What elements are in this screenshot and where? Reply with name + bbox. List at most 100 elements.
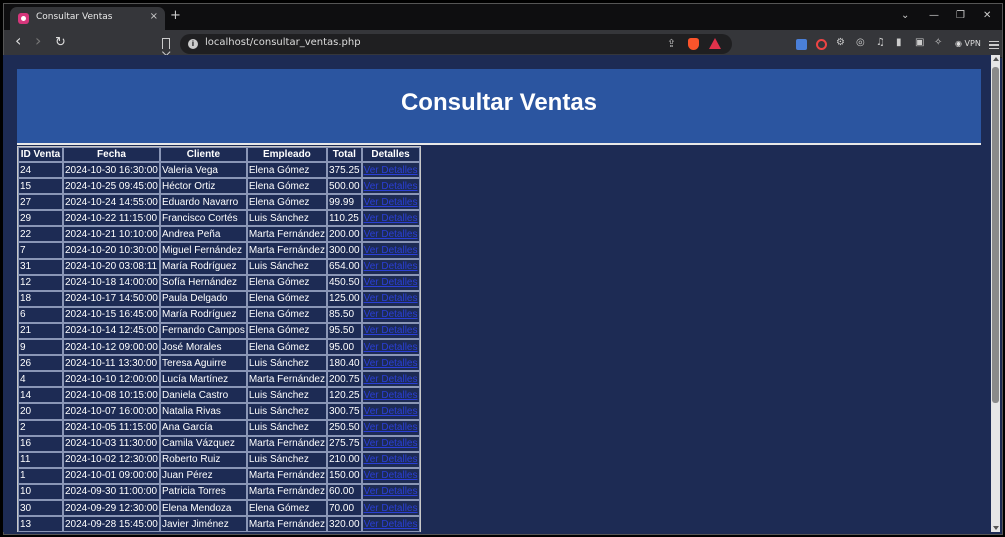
cell-employee: Marta Fernández: [246, 483, 327, 500]
cell-total: 99.99: [326, 194, 362, 211]
url-text[interactable]: localhost/consultar_ventas.php: [205, 37, 361, 48]
cell-client: María Rodríguez: [160, 258, 247, 275]
close-window-button[interactable]: ✕: [983, 10, 991, 21]
view-details-link[interactable]: Ver Detalles: [364, 422, 418, 433]
scroll-down-arrow[interactable]: [993, 526, 999, 530]
view-details-link[interactable]: Ver Detalles: [364, 342, 418, 353]
cell-employee: Luis Sánchez: [246, 387, 327, 404]
view-details-link[interactable]: Ver Detalles: [364, 519, 418, 530]
table-row: 16 2024-10-03 11:30:00 Camila Vázquez Marta…: [18, 435, 420, 452]
vpn-label: VPN: [964, 39, 981, 48]
scrollbar-thumb[interactable]: [992, 67, 999, 403]
puzzle-extension-icon[interactable]: ⚙: [836, 36, 845, 50]
cell-employee: Marta Fernández: [246, 516, 327, 532]
view-details-link[interactable]: Ver Detalles: [364, 293, 418, 304]
cell-client: Juan Pérez: [160, 467, 247, 484]
music-icon[interactable]: ♫: [876, 36, 885, 50]
brave-shields-icon[interactable]: [688, 38, 699, 50]
scroll-up-arrow[interactable]: [993, 57, 999, 61]
cell-date: 2024-10-08 10:15:00: [63, 387, 160, 404]
sidebar-icon[interactable]: ▮: [896, 36, 902, 50]
cell-total: 110.25: [326, 210, 362, 227]
view-details-link[interactable]: Ver Detalles: [364, 358, 418, 369]
new-tab-button[interactable]: +: [170, 9, 181, 22]
view-details-link[interactable]: Ver Detalles: [364, 277, 418, 288]
cell-details: Ver Detalles: [361, 451, 420, 468]
sales-table: ID Venta Fecha Cliente Empleado Total De…: [17, 146, 421, 532]
cell-details: Ver Detalles: [361, 467, 420, 484]
table-row: 4 2024-10-10 12:00:00 Lucía Martínez Marta …: [18, 371, 420, 388]
table-row: 7 2024-10-20 10:30:00 Miguel Fernández Mart…: [18, 242, 420, 259]
cell-date: 2024-10-11 13:30:00: [63, 355, 160, 372]
column-header-details: Detalles: [361, 147, 420, 162]
page-header: Consultar Ventas: [17, 69, 981, 143]
bookmark-icon[interactable]: [162, 38, 170, 49]
record-extension-icon[interactable]: [816, 39, 827, 50]
cell-total: 125.00: [326, 290, 362, 307]
page-viewport: Consultar Ventas ID Venta Fecha Cliente …: [3, 55, 994, 532]
view-details-link[interactable]: Ver Detalles: [364, 503, 418, 514]
cell-client: María Rodríguez: [160, 306, 247, 323]
cell-date: 2024-10-18 14:00:00: [63, 274, 160, 291]
cell-id: 6: [18, 306, 63, 323]
view-details-link[interactable]: Ver Detalles: [364, 438, 418, 449]
leo-ai-icon[interactable]: ◎: [856, 36, 865, 50]
column-header-client: Cliente: [160, 147, 247, 162]
cell-id: 16: [18, 435, 63, 452]
reload-button[interactable]: ↻: [55, 36, 66, 49]
cell-client: Francisco Cortés: [160, 210, 247, 227]
cell-details: Ver Detalles: [361, 435, 420, 452]
cell-id: 9: [18, 339, 63, 356]
tab-consultar-ventas[interactable]: Consultar Ventas ×: [10, 7, 165, 30]
table-row: 9 2024-10-12 09:00:00 José Morales Elena Gó…: [18, 339, 420, 356]
view-details-link[interactable]: Ver Detalles: [364, 470, 418, 481]
share-icon[interactable]: ⇪: [667, 37, 676, 50]
view-details-link[interactable]: Ver Detalles: [364, 406, 418, 417]
translate-extension-icon[interactable]: [796, 39, 807, 50]
table-row: 27 2024-10-24 14:55:00 Eduardo Navarro Elen…: [18, 194, 420, 211]
column-header-date: Fecha: [63, 147, 160, 162]
tab-list-icon[interactable]: ⌄: [901, 10, 909, 21]
menu-icon[interactable]: [989, 41, 999, 49]
site-info-icon[interactable]: i: [188, 39, 198, 49]
table-row: 10 2024-09-30 11:00:00 Patricia Torres Mart…: [18, 483, 420, 500]
maximize-button[interactable]: ❐: [956, 10, 965, 21]
cell-employee: Marta Fernández: [246, 242, 327, 259]
view-details-link[interactable]: Ver Detalles: [364, 229, 418, 240]
vpn-button[interactable]: ◉ VPN: [955, 39, 981, 48]
cell-details: Ver Detalles: [361, 403, 420, 420]
header-divider: [17, 143, 981, 145]
table-row: 13 2024-09-28 15:45:00 Javier Jiménez Marta…: [18, 516, 420, 532]
address-bar[interactable]: i localhost/consultar_ventas.php ⇪: [180, 34, 732, 54]
cell-employee: Marta Fernández: [246, 371, 327, 388]
view-details-link[interactable]: Ver Detalles: [364, 165, 418, 176]
vertical-scrollbar[interactable]: [991, 55, 1000, 532]
cell-employee: Elena Gómez: [246, 178, 327, 195]
forward-button[interactable]: ›: [35, 33, 41, 49]
cell-client: Lucía Martínez: [160, 371, 247, 388]
tab-close-icon[interactable]: ×: [150, 11, 158, 22]
cell-details: Ver Detalles: [361, 499, 420, 517]
view-details-link[interactable]: Ver Detalles: [364, 374, 418, 385]
view-details-link[interactable]: Ver Detalles: [364, 486, 418, 497]
view-details-link[interactable]: Ver Detalles: [364, 197, 418, 208]
view-details-link[interactable]: Ver Detalles: [364, 181, 418, 192]
cell-id: 29: [18, 210, 63, 227]
cell-details: Ver Detalles: [361, 306, 420, 323]
extensions-icon[interactable]: ✧: [934, 36, 942, 50]
cell-client: Valeria Vega: [160, 162, 247, 179]
column-header-id: ID Venta: [18, 147, 63, 162]
view-details-link[interactable]: Ver Detalles: [364, 309, 418, 320]
wallet-icon[interactable]: ▣: [915, 36, 924, 50]
view-details-link[interactable]: Ver Detalles: [364, 325, 418, 336]
cell-employee: Elena Gómez: [246, 322, 327, 340]
back-button[interactable]: ‹: [15, 33, 21, 49]
view-details-link[interactable]: Ver Detalles: [364, 245, 418, 256]
tab-title: Consultar Ventas: [36, 12, 113, 22]
view-details-link[interactable]: Ver Detalles: [364, 213, 418, 224]
view-details-link[interactable]: Ver Detalles: [364, 261, 418, 272]
brave-rewards-icon[interactable]: [709, 38, 721, 49]
view-details-link[interactable]: Ver Detalles: [364, 454, 418, 465]
view-details-link[interactable]: Ver Detalles: [364, 390, 418, 401]
minimize-button[interactable]: —: [929, 10, 939, 21]
